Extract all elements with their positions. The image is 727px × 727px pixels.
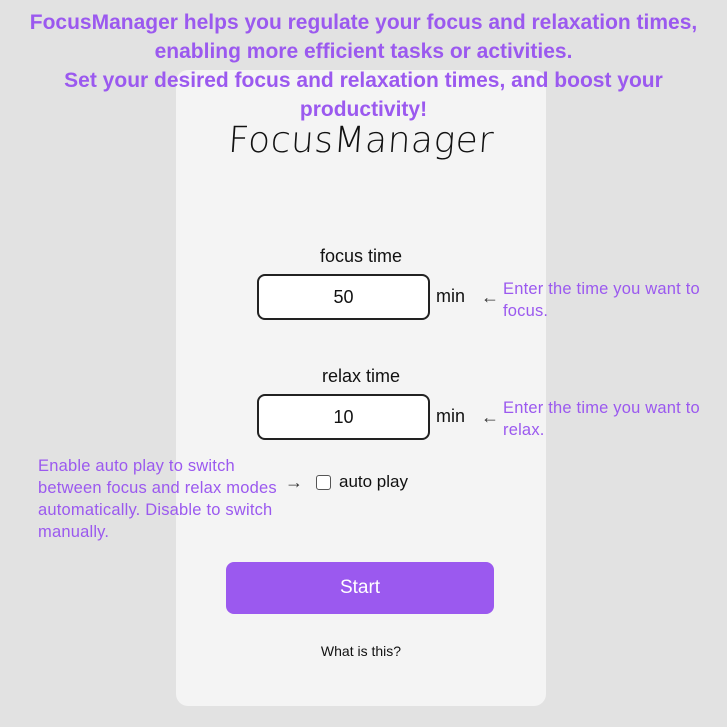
auto-play-checkbox[interactable] <box>316 474 331 490</box>
relax-time-label: relax time <box>321 366 401 386</box>
relax-hint-arrow-icon: ← <box>481 407 499 427</box>
what-is-this-link[interactable]: What is this? <box>176 643 546 659</box>
focus-hint-text: Enter the time you want to focus. <box>503 280 700 320</box>
auto-play-hint-text: Enable auto play to switch between focus… <box>38 457 277 541</box>
focus-unit-label: min <box>436 286 466 306</box>
start-button[interactable]: Start <box>226 562 494 614</box>
intro-line-2: Set your desired focus and relaxation ti… <box>64 69 663 121</box>
auto-play-hint-arrow-icon: → <box>285 472 303 492</box>
relax-unit-label: min <box>436 406 466 426</box>
intro-line-1: FocusManager helps you regulate your foc… <box>29 11 698 63</box>
auto-play-label: auto play <box>339 472 408 491</box>
intro-text: FocusManager helps you regulate your foc… <box>8 8 719 124</box>
focus-hint-arrow-icon: ← <box>481 287 499 307</box>
relax-time-input[interactable] <box>257 394 430 440</box>
auto-play-row[interactable]: auto play <box>316 472 408 492</box>
relax-hint-text: Enter the time you want to relax. <box>503 399 700 439</box>
app-logo: FocusManager <box>226 120 496 161</box>
focus-time-input[interactable] <box>257 274 430 320</box>
focus-time-label: focus time <box>319 246 403 266</box>
